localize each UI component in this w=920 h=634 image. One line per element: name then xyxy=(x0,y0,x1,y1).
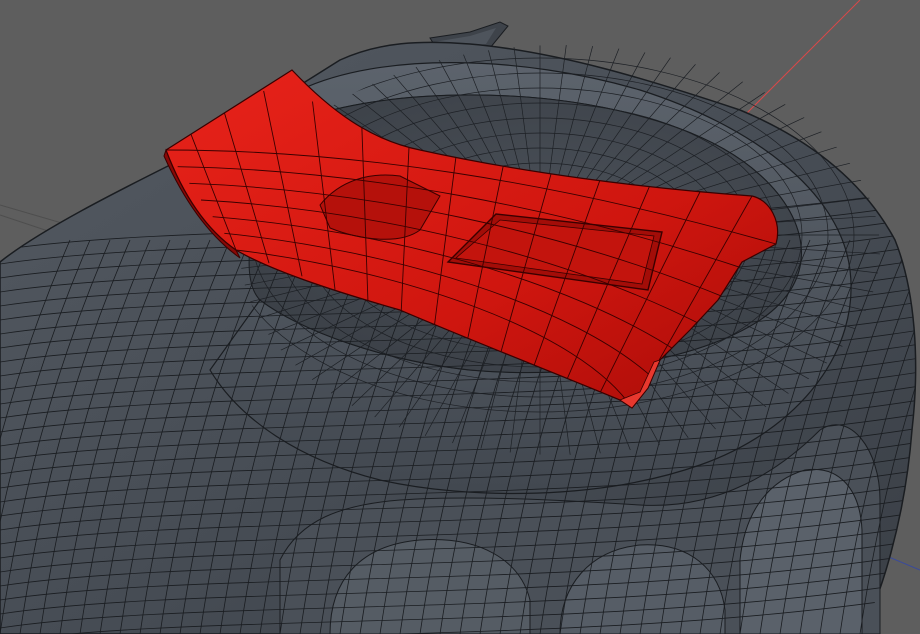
scene-canvas[interactable] xyxy=(0,0,920,634)
3d-viewport[interactable] xyxy=(0,0,920,634)
